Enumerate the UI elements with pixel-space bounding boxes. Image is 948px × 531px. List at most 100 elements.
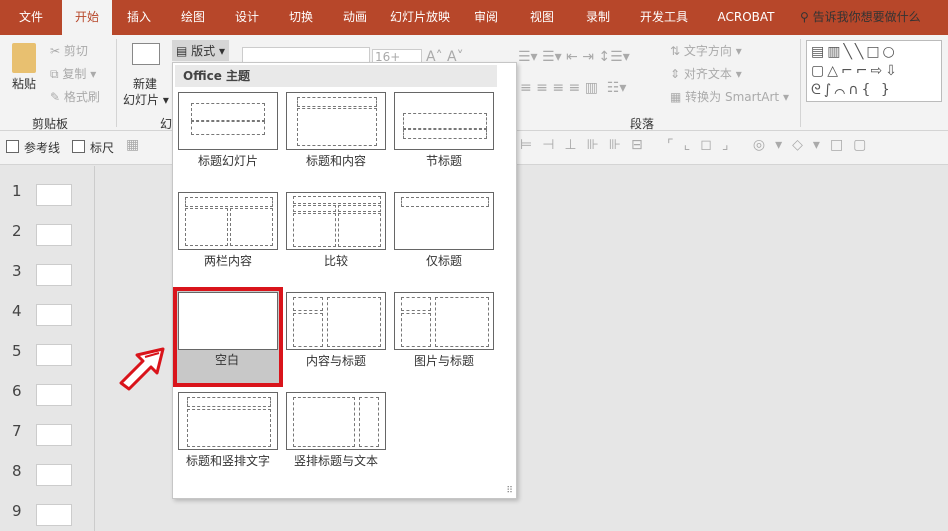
slide-number: 6 [12, 382, 22, 400]
placeholder [293, 397, 355, 447]
placeholder [297, 108, 377, 146]
placeholder [403, 113, 487, 129]
list-icons[interactable]: ☰▾ ☰▾ ⇤ ⇥ ↕☰▾ [518, 49, 630, 65]
tell-me-search[interactable]: ⚲ 告诉我你想要做什么 [800, 0, 948, 35]
placeholder [191, 103, 265, 121]
placeholder [187, 409, 271, 447]
divider [116, 39, 117, 127]
slide-number: 3 [12, 262, 22, 280]
tab-1[interactable]: 开始 [62, 0, 112, 35]
layout-blank[interactable]: 空白 [173, 287, 283, 387]
copy-button[interactable]: ⧉ 复制 ▾ [50, 65, 96, 82]
layout-preview [178, 392, 278, 450]
layout-label: 比较 [323, 254, 348, 268]
layout-label: 图片与标题 [413, 354, 474, 368]
smartart-button[interactable]: ▦ 转换为 SmartArt ▾ [670, 88, 789, 105]
tab-0[interactable]: 文件 [0, 0, 62, 35]
guides-checkbox[interactable] [6, 140, 19, 153]
slide-thumbnail[interactable] [36, 304, 72, 326]
layout-section[interactable]: 节标题 [390, 88, 498, 184]
align-text-button[interactable]: ⇕ 对齐文本 ▾ [670, 65, 742, 82]
slide-thumbnail[interactable] [36, 344, 72, 366]
layout-vertical-title[interactable]: 竖排标题与文本 [282, 388, 390, 484]
layout-label: 空白 [214, 353, 239, 367]
placeholder [293, 213, 336, 247]
layout-preview [286, 292, 386, 350]
tab-3[interactable]: 绘图 [166, 0, 220, 35]
align-objects-icons[interactable]: ⊨⊣⊥⊪⊪⊟ ⌜⌞◻⌟ ◎▾◇▾□▢ [520, 137, 876, 153]
layout-button[interactable]: ▤ 版式 ▾ [172, 40, 230, 61]
placeholder [338, 213, 381, 247]
layout-title-only[interactable]: 仅标题 [390, 188, 498, 284]
layout-label: 节标题 [425, 154, 462, 168]
layout-picture-caption[interactable]: 图片与标题 [390, 288, 498, 384]
tab-10[interactable]: 录制 [570, 0, 626, 35]
layout-content-caption[interactable]: 内容与标题 [282, 288, 390, 384]
layout-preview [178, 192, 278, 250]
placeholder [401, 313, 431, 347]
slide-thumbnail[interactable] [36, 264, 72, 286]
placeholder [293, 196, 381, 204]
slide-thumbnail[interactable] [36, 184, 72, 206]
slides-group-label: 幻 [160, 117, 173, 131]
placeholder [230, 208, 273, 246]
placeholder [293, 205, 336, 212]
placeholder [293, 297, 323, 311]
placeholder [185, 208, 228, 246]
layout-preview [178, 92, 278, 150]
layout-title[interactable]: 标题幻灯片 [174, 88, 282, 184]
search-icon: ⚲ [800, 10, 813, 24]
tab-5[interactable]: 切换 [274, 0, 328, 35]
align-icons[interactable]: ≡ ≡ ≡ ≡ ▥ ☷▾ [520, 80, 626, 96]
cut-button[interactable]: ✂ 剪切 [50, 42, 88, 59]
ruler-checkbox[interactable] [72, 140, 85, 153]
layout-label: 竖排标题与文本 [293, 454, 378, 468]
layout-label: 标题和竖排文字 [185, 454, 270, 468]
placeholder [185, 197, 273, 207]
shapes-gallery[interactable]: ▤▥╲╲□○ ▢△⌐⌐⇨⇩ ᘓ∫⌒∩{ } [806, 40, 942, 102]
layout-title-vertical[interactable]: 标题和竖排文字 [174, 388, 282, 484]
resize-grip-icon[interactable]: ⠿ [506, 486, 513, 496]
tab-12[interactable]: ACROBAT [702, 0, 790, 35]
placeholder [191, 121, 265, 135]
new-slide-dropdown[interactable]: 幻灯片 ▾ [123, 91, 169, 108]
slide-number: 2 [12, 222, 22, 240]
placeholder [401, 297, 431, 311]
tab-6[interactable]: 动画 [328, 0, 382, 35]
grid-icon[interactable]: ▦ [126, 137, 139, 153]
placeholder [435, 297, 489, 347]
layout-comparison[interactable]: 比较 [282, 188, 390, 284]
slide-number: 8 [12, 462, 22, 480]
slide-thumbnail[interactable] [36, 224, 72, 246]
layout-label: 内容与标题 [305, 354, 366, 368]
guides-label: 参考线 [24, 141, 61, 155]
new-slide-button[interactable]: 新建 [133, 75, 157, 92]
layout-label: 两栏内容 [203, 254, 252, 268]
clipboard-group-label: 剪贴板 [32, 117, 69, 131]
slide-thumbnail[interactable] [36, 504, 72, 526]
layout-label: 标题幻灯片 [197, 154, 258, 168]
layout-two-content[interactable]: 两栏内容 [174, 188, 282, 284]
ruler-label: 标尺 [90, 141, 115, 155]
shape-icons[interactable]: ▤▥╲╲□○ ▢△⌐⌐⇨⇩ ᘓ∫⌒∩{ } [807, 41, 941, 102]
paste-icon [12, 43, 36, 73]
layout-title-content[interactable]: 标题和内容 [282, 88, 390, 184]
tab-4[interactable]: 设计 [220, 0, 274, 35]
slide-thumbnail[interactable] [36, 424, 72, 446]
placeholder [401, 197, 489, 207]
tab-2[interactable]: 插入 [112, 0, 166, 35]
divider [800, 39, 801, 127]
slide-thumbnail[interactable] [36, 464, 72, 486]
slide-thumbnail[interactable] [36, 384, 72, 406]
tab-8[interactable]: 审阅 [458, 0, 514, 35]
tab-11[interactable]: 开发工具 [626, 0, 702, 35]
tab-9[interactable]: 视图 [514, 0, 570, 35]
text-direction-button[interactable]: ⇅ 文字方向 ▾ [670, 42, 742, 59]
tab-7[interactable]: 幻灯片放映 [382, 0, 458, 35]
paste-button[interactable]: 粘贴 [12, 75, 36, 92]
format-painter-button[interactable]: ✎ 格式刷 [50, 88, 100, 105]
layout-preview [178, 292, 278, 350]
layout-preview [286, 192, 386, 250]
layout-label: 标题和内容 [305, 154, 366, 168]
slide-number: 5 [12, 342, 22, 360]
